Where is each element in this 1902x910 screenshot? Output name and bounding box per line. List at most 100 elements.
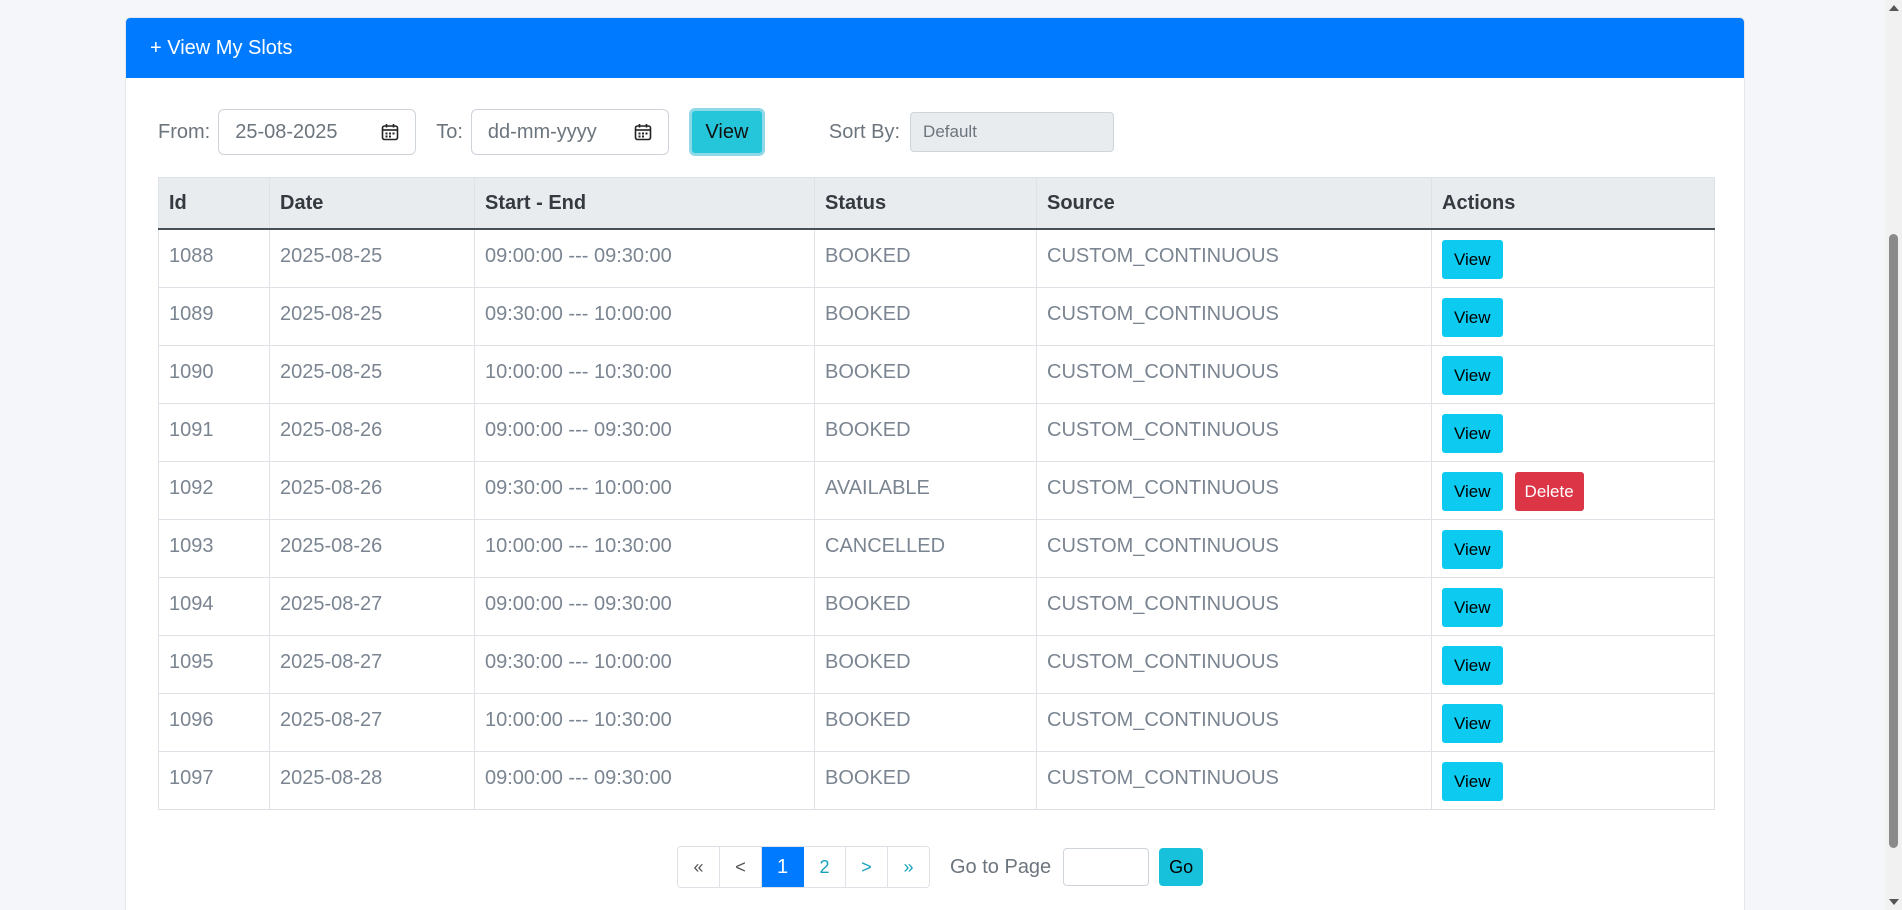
card-header[interactable]: + View My Slots <box>126 18 1744 78</box>
table-header-row: Id Date Start - End Status Source Action… <box>158 177 1715 230</box>
table-row: 1090 2025-08-25 10:00:00 --- 10:30:00 BO… <box>158 344 1715 404</box>
table-row: 1089 2025-08-25 09:30:00 --- 10:00:00 BO… <box>158 286 1715 346</box>
cell-source: CUSTOM_CONTINUOUS <box>1036 460 1432 520</box>
cell-time: 09:30:00 --- 10:00:00 <box>474 460 815 520</box>
cell-actions: View <box>1431 634 1715 694</box>
table-row: 1095 2025-08-27 09:30:00 --- 10:00:00 BO… <box>158 634 1715 694</box>
filter-bar: From: 25-08-2025 To: dd-mm-yyyy View Sor… <box>158 108 1115 156</box>
cell-id: 1091 <box>158 402 270 462</box>
view-button[interactable]: View <box>1442 529 1503 569</box>
slots-card: + View My Slots From: 25-08-2025 To: dd-… <box>125 17 1745 910</box>
cell-actions: View <box>1431 750 1715 810</box>
view-button[interactable]: View <box>1442 471 1503 511</box>
cell-time: 09:30:00 --- 10:00:00 <box>474 634 815 694</box>
cell-id: 1094 <box>158 576 270 636</box>
calendar-icon[interactable] <box>634 123 652 141</box>
from-date-value: 25-08-2025 <box>235 120 338 143</box>
goto-page-input[interactable] <box>1063 848 1150 886</box>
cell-time: 10:00:00 --- 10:30:00 <box>474 344 815 404</box>
cell-status: BOOKED <box>814 286 1037 346</box>
cell-time: 09:00:00 --- 09:30:00 <box>474 750 815 810</box>
scroll-thumb[interactable] <box>1889 234 1898 848</box>
cell-source: CUSTOM_CONTINUOUS <box>1036 518 1432 578</box>
view-button[interactable]: View <box>1442 703 1503 743</box>
table-row: 1093 2025-08-26 10:00:00 --- 10:30:00 CA… <box>158 518 1715 578</box>
cell-time: 10:00:00 --- 10:30:00 <box>474 518 815 578</box>
view-button[interactable]: View <box>1442 587 1503 627</box>
sort-select[interactable]: Default <box>910 112 1115 152</box>
cell-date: 2025-08-26 <box>269 518 475 578</box>
to-label: To: <box>436 120 463 143</box>
cell-actions: View <box>1431 286 1715 346</box>
cell-status: BOOKED <box>814 692 1037 752</box>
cell-actions: View <box>1431 518 1715 578</box>
last-page-button[interactable]: » <box>888 847 929 887</box>
view-button[interactable]: View <box>1442 413 1503 453</box>
cell-date: 2025-08-25 <box>269 286 475 346</box>
slots-table: Id Date Start - End Status Source Action… <box>158 177 1715 810</box>
table-row: 1094 2025-08-27 09:00:00 --- 09:30:00 BO… <box>158 576 1715 636</box>
cell-status: CANCELLED <box>814 518 1037 578</box>
goto-page-label: Go to Page <box>950 855 1052 878</box>
cell-source: CUSTOM_CONTINUOUS <box>1036 344 1432 404</box>
cell-status: BOOKED <box>814 228 1037 288</box>
column-header-status: Status <box>814 177 1037 230</box>
view-button[interactable]: View <box>1442 355 1503 395</box>
cell-time: 09:30:00 --- 10:00:00 <box>474 286 815 346</box>
cell-date: 2025-08-26 <box>269 460 475 520</box>
scroll-up-icon[interactable] <box>1889 5 1899 11</box>
prev-page-button[interactable]: < <box>720 847 762 887</box>
first-page-button[interactable]: « <box>678 847 720 887</box>
page-2-button[interactable]: 2 <box>804 847 846 887</box>
view-filter-button[interactable]: View <box>688 108 765 156</box>
cell-source: CUSTOM_CONTINUOUS <box>1036 402 1432 462</box>
cell-id: 1096 <box>158 692 270 752</box>
from-date-input[interactable]: 25-08-2025 <box>218 109 417 155</box>
next-page-button[interactable]: > <box>846 847 888 887</box>
cell-source: CUSTOM_CONTINUOUS <box>1036 750 1432 810</box>
to-date-input[interactable]: dd-mm-yyyy <box>470 109 669 155</box>
to-date-placeholder: dd-mm-yyyy <box>487 120 597 143</box>
column-header-source: Source <box>1036 177 1432 230</box>
page-links: « < 1 2 > » <box>677 846 930 888</box>
cell-actions: View Delete <box>1431 460 1715 520</box>
sort-label: Sort By: <box>828 120 901 143</box>
cell-status: BOOKED <box>814 634 1037 694</box>
cell-source: CUSTOM_CONTINUOUS <box>1036 634 1432 694</box>
view-button[interactable]: View <box>1442 761 1503 801</box>
page-scrollbar[interactable] <box>1885 0 1902 910</box>
card-title: + View My Slots <box>150 36 293 59</box>
scroll-down-icon[interactable] <box>1889 899 1899 905</box>
cell-status: BOOKED <box>814 402 1037 462</box>
cell-actions: View <box>1431 344 1715 404</box>
table-row: 1088 2025-08-25 09:00:00 --- 09:30:00 BO… <box>158 228 1715 288</box>
cell-date: 2025-08-27 <box>269 692 475 752</box>
cell-actions: View <box>1431 228 1715 288</box>
cell-date: 2025-08-26 <box>269 402 475 462</box>
cell-id: 1092 <box>158 460 270 520</box>
view-button[interactable]: View <box>1442 297 1503 337</box>
cell-status: BOOKED <box>814 576 1037 636</box>
cell-source: CUSTOM_CONTINUOUS <box>1036 692 1432 752</box>
cell-time: 09:00:00 --- 09:30:00 <box>474 576 815 636</box>
cell-id: 1089 <box>158 286 270 346</box>
table-row: 1096 2025-08-27 10:00:00 --- 10:30:00 BO… <box>158 692 1715 752</box>
cell-id: 1090 <box>158 344 270 404</box>
page-1-button[interactable]: 1 <box>762 847 804 887</box>
cell-status: BOOKED <box>814 344 1037 404</box>
calendar-icon[interactable] <box>381 123 399 141</box>
cell-id: 1095 <box>158 634 270 694</box>
cell-status: BOOKED <box>814 750 1037 810</box>
go-button[interactable]: Go <box>1159 848 1204 886</box>
cell-status: AVAILABLE <box>814 460 1037 520</box>
cell-date: 2025-08-25 <box>269 344 475 404</box>
view-button[interactable]: View <box>1442 240 1503 279</box>
column-header-start-end: Start - End <box>474 177 815 230</box>
cell-id: 1093 <box>158 518 270 578</box>
column-header-date: Date <box>269 177 475 230</box>
view-button[interactable]: View <box>1442 645 1503 685</box>
pagination: « < 1 2 > » Go to Page Go <box>677 846 1204 888</box>
delete-button[interactable]: Delete <box>1514 471 1584 511</box>
table-row: 1097 2025-08-28 09:00:00 --- 09:30:00 BO… <box>158 750 1715 810</box>
table-row: 1092 2025-08-26 09:30:00 --- 10:00:00 AV… <box>158 460 1715 520</box>
